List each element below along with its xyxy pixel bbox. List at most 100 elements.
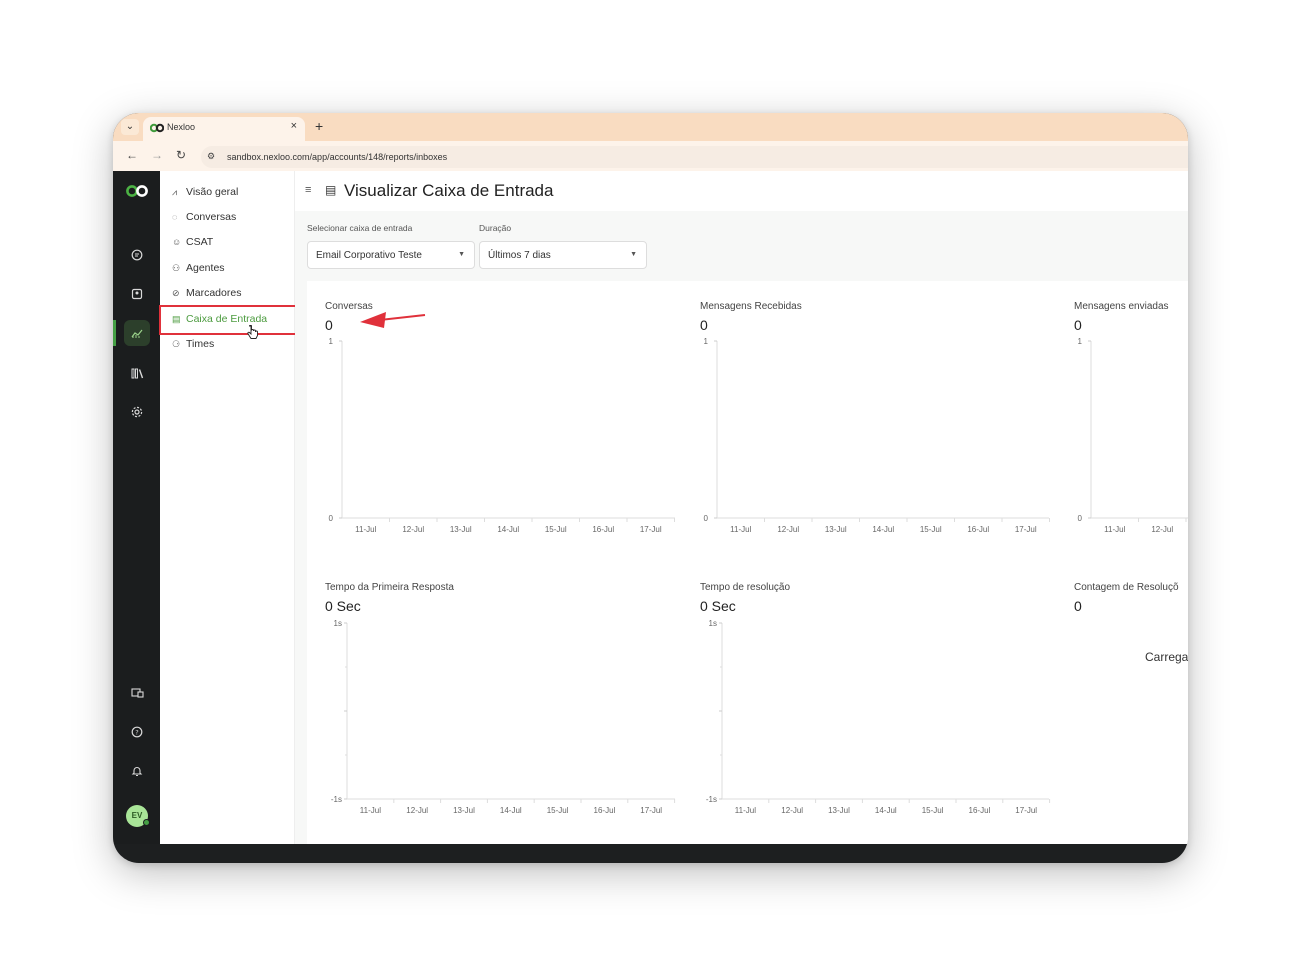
x-tick-label: 11-Jul [1104,525,1125,534]
people-icon: ⚇ [172,263,181,273]
charts-layer: 0 1 11-Jul 12-Jul 13-Jul 14-Jul 15-Jul 16-Jul 17… [329,337,1188,815]
page-title: Visualizar Caixa de Entrada [344,181,554,200]
x-tick-label: 16-Jul [969,806,991,815]
page-header: ≡ ▤ Visualizar Caixa de Entrada [295,171,1188,211]
site-settings-icon[interactable]: ⚙ [207,151,215,162]
online-status-dot [143,819,150,826]
subnav-item-times[interactable]: ⚆ Times [172,338,214,356]
x-tick-label: 11-Jul [730,525,751,534]
x-tick-label: 13-Jul [450,525,472,534]
x-tick-label: 14-Jul [875,806,897,815]
smile-icon: ☺ [172,237,182,247]
y-tick-label: 1 [704,337,709,346]
new-tab-button[interactable]: + [315,118,323,134]
subnav-item-visao-geral[interactable]: ⩘ Visão geral [172,186,238,204]
back-icon[interactable]: ← [126,148,138,162]
help-icon[interactable]: ? [124,719,150,745]
x-tick-label: 17-Jul [640,525,662,534]
x-tick-label: 16-Jul [967,525,989,534]
y-tick-label: -1s [706,795,717,804]
subnav-item-marcadores[interactable]: ⊘ Marcadores [172,287,241,305]
annotation-highlight-box [159,305,312,335]
x-tick-label: 13-Jul [828,806,850,815]
metrics-panel: Conversas 0 Mensagens Recebidas 0 Mensag… [307,281,1188,844]
x-tick-label: 17-Jul [640,806,662,815]
inbox-icon: ▤ [325,183,337,197]
url-field[interactable]: ⚙ sandbox.nexloo.com/app/accounts/148/re… [201,146,1188,168]
x-tick-label: 17-Jul [1015,806,1037,815]
x-tick-label: 17-Jul [1015,525,1037,534]
close-icon[interactable]: × [291,120,297,132]
y-tick-label: 1 [1078,337,1083,346]
x-tick-label: 11-Jul [735,806,756,815]
x-tick-label: 11-Jul [355,525,376,534]
y-tick-label: 0 [704,514,709,523]
x-tick-label: 15-Jul [547,806,569,815]
subnav-item-agentes[interactable]: ⚇ Agentes [172,262,225,280]
chart-icon: ⩘ [172,187,178,197]
team-icon: ⚆ [172,339,181,349]
browser-tabbar: ⌄ Nexloo × + [113,113,1188,141]
x-tick-label: 12-Jul [781,806,803,815]
subnav-item-csat[interactable]: ☺ CSAT [172,236,213,254]
x-tick-label: 16-Jul [594,806,616,815]
reload-icon[interactable]: ↻ [176,148,186,162]
y-tick-label: 1s [334,619,342,628]
switch-account-icon[interactable] [124,680,150,706]
chat-icon: ◌ [172,212,178,222]
duration-select-value: Últimos 7 dias [488,250,551,261]
primary-sidebar: ? EV [113,171,160,844]
y-tick-label: 1 [329,337,334,346]
tab-title: Nexloo [167,122,196,132]
y-tick-label: 0 [1078,514,1083,523]
x-tick-label: 16-Jul [592,525,614,534]
menu-toggle-icon[interactable]: ≡ [305,184,311,196]
nexloo-logo-icon [126,185,148,197]
subnav-item-conversas[interactable]: ◌ Conversas [172,211,236,229]
x-tick-label: 12-Jul [406,806,428,815]
y-tick-label: -1s [331,795,342,804]
nexloo-logo-icon [150,123,164,133]
x-tick-label: 12-Jul [1151,525,1173,534]
tab-search-button[interactable]: ⌄ [121,119,139,135]
x-tick-label: 12-Jul [402,525,424,534]
browser-tab[interactable]: Nexloo × [143,117,305,141]
notifications-bell-icon[interactable] [124,758,150,784]
inbox-select[interactable]: Email Corporativo Teste ▼ [307,241,475,269]
svg-text:?: ? [135,728,138,736]
duration-select-label: Duração [479,223,512,233]
chevron-down-icon: ▼ [630,251,637,258]
app-root: ? EV ⩘ Visão geral ◌ Conversas ☺ CSAT ⚇ Agen… [113,171,1188,844]
url-text: sandbox.nexloo.com/app/accounts/148/repo… [227,152,448,162]
forward-icon[interactable]: → [151,148,163,162]
x-tick-label: 14-Jul [872,525,894,534]
settings-nav-icon[interactable] [124,399,150,425]
device-frame: ⌄ Nexloo × + ← → ↻ ⚙ sandbox.nexloo.com/… [113,113,1188,863]
x-tick-label: 12-Jul [777,525,799,534]
tag-icon: ⊘ [172,288,180,298]
reports-subnav: ⩘ Visão geral ◌ Conversas ☺ CSAT ⚇ Agentes ⊘… [160,171,295,844]
x-tick-label: 13-Jul [453,806,475,815]
contacts-nav-icon[interactable] [124,281,150,307]
annotation-arrow [360,312,426,328]
reports-nav-icon[interactable] [124,320,150,346]
x-tick-label: 14-Jul [500,806,522,815]
duration-select[interactable]: Últimos 7 dias ▼ [479,241,647,269]
x-tick-label: 15-Jul [545,525,567,534]
inbox-select-value: Email Corporativo Teste [316,250,422,261]
x-tick-label: 13-Jul [825,525,847,534]
x-tick-label: 14-Jul [497,525,519,534]
browser-addressbar: ← → ↻ ⚙ sandbox.nexloo.com/app/accounts/… [113,141,1188,171]
x-tick-label: 15-Jul [920,525,942,534]
y-tick-label: 0 [329,514,334,523]
conversations-nav-icon[interactable] [124,242,150,268]
library-nav-icon[interactable] [124,360,150,386]
y-tick-label: 1s [709,619,717,628]
main-content: ≡ ▤ Visualizar Caixa de Entrada Selecion… [295,171,1188,844]
active-indicator [113,320,116,346]
hand-cursor-icon [247,325,258,339]
chevron-down-icon: ▼ [458,251,465,258]
x-tick-label: 11-Jul [360,806,381,815]
inbox-select-label: Selecionar caixa de entrada [307,223,413,233]
x-tick-label: 15-Jul [922,806,944,815]
